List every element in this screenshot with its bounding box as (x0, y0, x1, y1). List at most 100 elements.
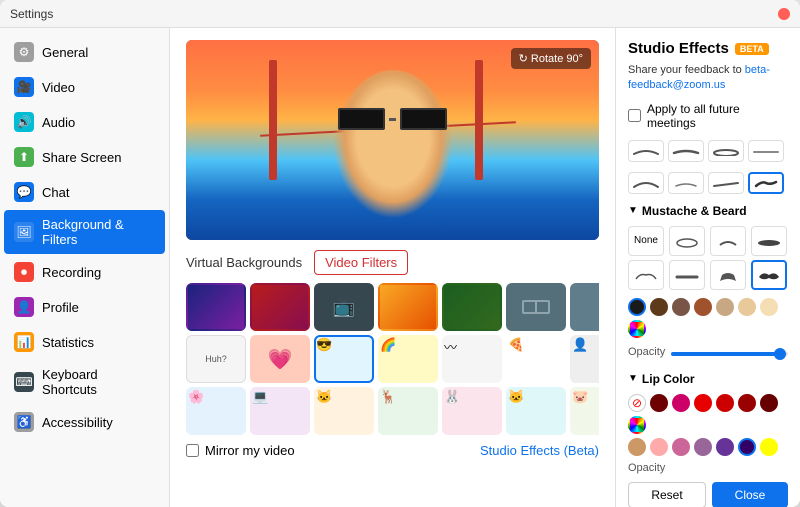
video-filters-tab[interactable]: Video Filters (314, 250, 408, 275)
sidebar-item-background[interactable]: 🖼 Background & Filters (4, 210, 165, 254)
mustache-5[interactable] (669, 260, 705, 290)
apply-check[interactable]: Apply to all future meetings (628, 102, 788, 130)
sidebar-item-audio[interactable]: 🔊 Audio (4, 105, 165, 139)
mustache-none[interactable]: None (628, 226, 664, 256)
lip-pink[interactable] (672, 394, 690, 412)
filter-item-17[interactable]: 🌸 (186, 387, 246, 435)
close-window-button[interactable] (778, 8, 790, 20)
reset-button[interactable]: Reset (628, 482, 706, 507)
filter-item-13[interactable]: 〰 (442, 335, 502, 383)
filter-item-7[interactable] (570, 283, 599, 331)
sidebar-item-keyboard[interactable]: ⌨ Keyboard Shortcuts (4, 360, 165, 404)
lip-crimson[interactable] (716, 394, 734, 412)
filter-item-12[interactable]: 🌈 (378, 335, 438, 383)
lip-chevron-icon: ▼ (628, 373, 638, 384)
color-wheat[interactable] (760, 298, 778, 316)
filter-item-4[interactable] (378, 283, 438, 331)
lip-nude[interactable] (628, 438, 646, 456)
mustache-4[interactable] (628, 260, 664, 290)
filter-item-20[interactable]: 🦌 (378, 387, 438, 435)
filter-item-3[interactable]: 📺 (314, 283, 374, 331)
lip-purple[interactable] (716, 438, 734, 456)
mustache-3[interactable] (751, 226, 787, 256)
color-black[interactable] (628, 298, 646, 316)
content-area: ↻ Rotate 90° Virtual Backgrounds Video F… (170, 28, 800, 507)
lip-mauve[interactable] (672, 438, 690, 456)
sidebar-label-video: Video (42, 80, 75, 95)
lip-lightpink[interactable] (650, 438, 668, 456)
opacity-label-2: Opacity (628, 462, 788, 474)
eyebrow-7[interactable] (708, 172, 744, 194)
eyebrow-6[interactable] (668, 172, 704, 194)
mustache-6[interactable] (710, 260, 746, 290)
close-button[interactable]: Close (712, 482, 788, 507)
lip-yellow[interactable] (760, 438, 778, 456)
lip-color-section-title[interactable]: ▼ Lip Color (628, 372, 788, 386)
sidebar-item-recording[interactable]: ⏺ Recording (4, 255, 165, 289)
general-icon: ⚙ (14, 42, 34, 62)
sidebar-label-accessibility: Accessibility (42, 415, 113, 430)
filter-item-1[interactable] (186, 283, 246, 331)
accessibility-icon: ♿ (14, 412, 34, 432)
lip-darkred[interactable] (650, 394, 668, 412)
studio-effects-link[interactable]: Studio Effects (Beta) (480, 443, 599, 458)
eyebrow-3[interactable] (708, 140, 744, 162)
lip-no-color[interactable]: ⊘ (628, 394, 646, 412)
eyebrow-5[interactable] (628, 172, 664, 194)
sidebar-label-profile: Profile (42, 300, 79, 315)
mustache-section-title[interactable]: ▼ Mustache & Beard (628, 204, 788, 218)
chat-icon: 💬 (14, 182, 34, 202)
eyebrow-8[interactable] (748, 172, 784, 194)
lip-darkpurple[interactable] (738, 438, 756, 456)
virtual-bg-tab-label[interactable]: Virtual Backgrounds (186, 255, 302, 270)
mustache-opacity-row: Opacity (628, 346, 788, 362)
sidebar-label-share: Share Screen (42, 150, 122, 165)
color-brown[interactable] (672, 298, 690, 316)
lip-burgundy[interactable] (760, 394, 778, 412)
lip-maroon[interactable] (738, 394, 756, 412)
mustache-1[interactable] (669, 226, 705, 256)
sidebar-item-general[interactable]: ⚙ General (4, 35, 165, 69)
filter-item-23[interactable]: 🐷 (570, 387, 599, 435)
filter-item-18[interactable]: 💻 (250, 387, 310, 435)
sidebar-item-accessibility[interactable]: ♿ Accessibility (4, 405, 165, 439)
filter-item-11[interactable]: 😎 (314, 335, 374, 383)
filter-item-9[interactable]: Huh? (186, 335, 246, 383)
mirror-check[interactable]: Mirror my video (186, 443, 295, 458)
sidebar-item-profile[interactable]: 👤 Profile (4, 290, 165, 324)
filter-item-22[interactable]: 🐱 (506, 387, 566, 435)
color-darkbrown[interactable] (650, 298, 668, 316)
filter-item-15[interactable]: 👤 (570, 335, 599, 383)
color-sienna[interactable] (694, 298, 712, 316)
background-icon: 🖼 (14, 222, 34, 242)
mirror-checkbox[interactable] (186, 444, 199, 457)
sidebar-item-chat[interactable]: 💬 Chat (4, 175, 165, 209)
eyebrow-4[interactable] (748, 140, 784, 162)
rotate-button[interactable]: ↻ Rotate 90° (511, 48, 591, 69)
mustache-7[interactable] (751, 260, 787, 290)
mustache-2[interactable] (710, 226, 746, 256)
lip-plum[interactable] (694, 438, 712, 456)
color-tan[interactable] (716, 298, 734, 316)
eyebrow-1[interactable] (628, 140, 664, 162)
sidebar-item-video[interactable]: 🎥 Video (4, 70, 165, 104)
lip-rainbow[interactable] (628, 416, 646, 434)
none-label: None (634, 235, 658, 246)
opacity-slider-1[interactable] (671, 352, 788, 356)
sidebar-item-statistics[interactable]: 📊 Statistics (4, 325, 165, 359)
color-rainbow[interactable] (628, 320, 646, 338)
sidebar-item-share-screen[interactable]: ⬆ Share Screen (4, 140, 165, 174)
filter-item-6[interactable] (506, 283, 566, 331)
lip-color-palette-row2 (628, 438, 788, 456)
filter-item-5[interactable] (442, 283, 502, 331)
apply-checkbox[interactable] (628, 109, 641, 122)
filter-item-14[interactable]: 🍕 (506, 335, 566, 383)
lip-red[interactable] (694, 394, 712, 412)
statistics-icon: 📊 (14, 332, 34, 352)
filter-item-2[interactable] (250, 283, 310, 331)
filter-item-10[interactable]: 💗 (250, 335, 310, 383)
eyebrow-2[interactable] (668, 140, 704, 162)
filter-item-19[interactable]: 🐱 (314, 387, 374, 435)
color-blonde[interactable] (738, 298, 756, 316)
filter-item-21[interactable]: 🐰 (442, 387, 502, 435)
